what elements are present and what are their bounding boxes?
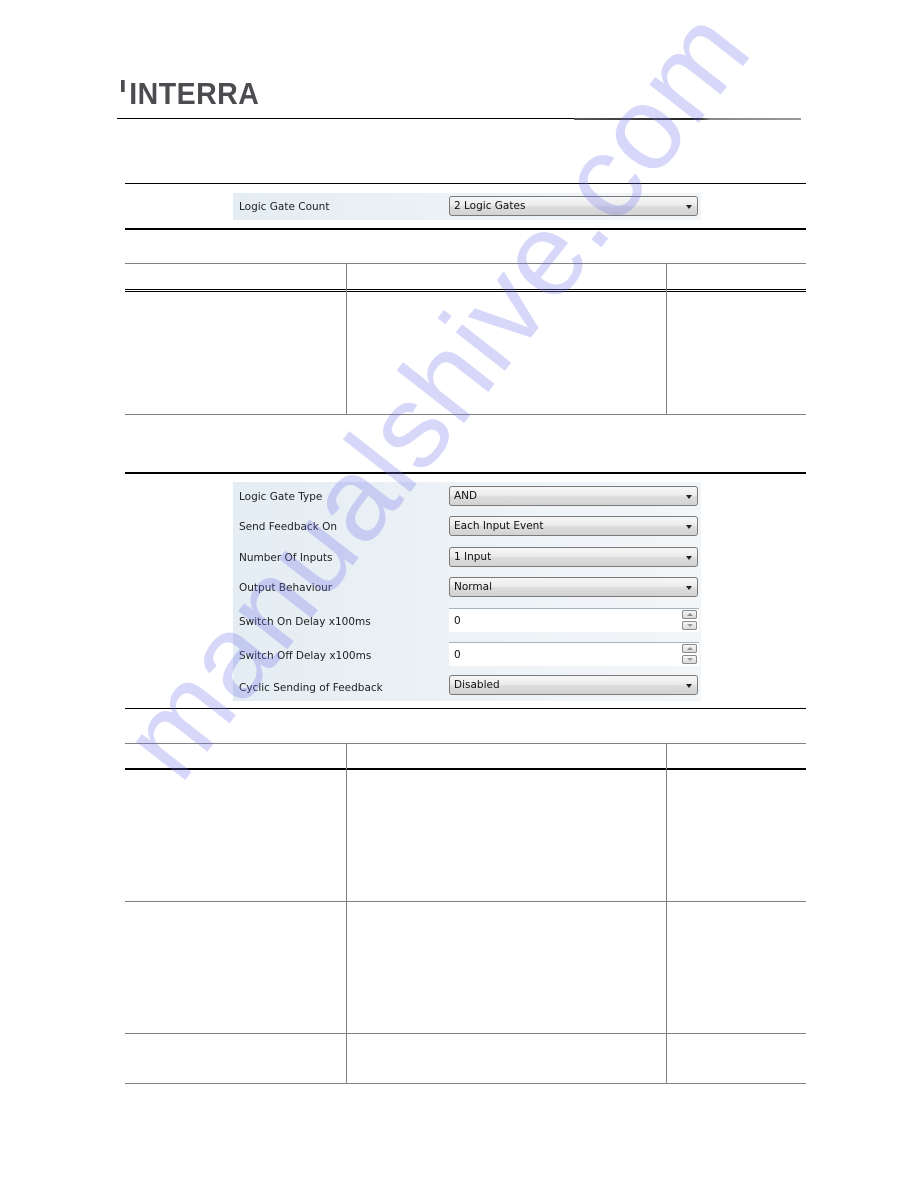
parameter-table-1: [125, 263, 806, 415]
dropdown-value: 1 Input: [454, 551, 492, 563]
settings-panel-logic-gate: Logic Gate Type AND Send Feedback On Eac…: [233, 482, 701, 701]
cyclic-sending-dropdown[interactable]: Disabled: [449, 675, 698, 695]
dropdown-value: Each Input Event: [454, 520, 544, 532]
chevron-down-icon: [686, 525, 692, 529]
figure-top-rule: [125, 472, 806, 474]
table-bottom-rule: [125, 1083, 806, 1084]
header-divider-accent: [574, 118, 801, 120]
setting-row-cyclic-sending: Cyclic Sending of Feedback Disabled: [233, 672, 701, 702]
switch-off-delay-input[interactable]: 0: [449, 642, 699, 666]
dropdown-value: 2 Logic Gates: [454, 200, 526, 212]
setting-row-logic-gate-count: Logic Gate Count 2 Logic Gates: [233, 193, 701, 220]
arrow-down-icon: [687, 658, 693, 661]
setting-label: Logic Gate Type: [239, 491, 323, 503]
dropdown-value: Disabled: [454, 679, 500, 691]
table-row: [125, 292, 806, 414]
company-logo: INTERRA: [121, 78, 259, 109]
table-header-row: [125, 263, 806, 289]
setting-label: Send Feedback On: [239, 521, 338, 533]
table-header-rule: [125, 289, 806, 290]
increment-button[interactable]: [682, 644, 697, 653]
setting-label: Number Of Inputs: [239, 552, 333, 564]
setting-row-switch-on-delay: Switch On Delay x100ms 0: [233, 605, 701, 639]
setting-row-switch-off-delay: Switch Off Delay x100ms 0: [233, 639, 701, 673]
switch-on-delay-input[interactable]: 0: [449, 608, 699, 632]
figure-bottom-rule: [125, 228, 806, 230]
table-row: [125, 902, 806, 1033]
logo-tick-mark: [121, 80, 125, 92]
setting-label: Output Behaviour: [239, 582, 333, 594]
chevron-down-icon: [686, 684, 692, 688]
chevron-down-icon: [686, 556, 692, 560]
arrow-up-icon: [687, 647, 693, 650]
chevron-down-icon: [686, 205, 692, 209]
number-of-inputs-dropdown[interactable]: 1 Input: [449, 547, 698, 567]
setting-label: Switch On Delay x100ms: [239, 616, 371, 628]
setting-row-send-feedback-on: Send Feedback On Each Input Event: [233, 512, 701, 542]
increment-button[interactable]: [682, 610, 697, 619]
send-feedback-on-dropdown[interactable]: Each Input Event: [449, 516, 698, 536]
setting-row-number-of-inputs: Number Of Inputs 1 Input: [233, 543, 701, 573]
input-value: 0: [454, 615, 461, 627]
setting-label: Logic Gate Count: [239, 201, 330, 213]
setting-label: Cyclic Sending of Feedback: [239, 682, 383, 694]
setting-row-logic-gate-type: Logic Gate Type AND: [233, 482, 701, 512]
output-behaviour-dropdown[interactable]: Normal: [449, 577, 698, 597]
arrow-up-icon: [687, 613, 693, 616]
figure-top-rule: [125, 183, 806, 184]
chevron-down-icon: [686, 495, 692, 499]
logo-text: INTERRA: [129, 76, 260, 111]
logic-gate-count-dropdown[interactable]: 2 Logic Gates: [449, 196, 698, 216]
settings-panel-gate-count: Logic Gate Count 2 Logic Gates: [233, 193, 701, 220]
chevron-down-icon: [686, 586, 692, 590]
table-row: [125, 1034, 806, 1083]
dropdown-value: Normal: [454, 581, 492, 593]
logic-gate-type-dropdown[interactable]: AND: [449, 486, 698, 506]
decrement-button[interactable]: [682, 621, 697, 630]
dropdown-value: AND: [454, 490, 478, 502]
table-bottom-rule: [125, 414, 806, 415]
setting-label: Switch Off Delay x100ms: [239, 650, 372, 662]
arrow-down-icon: [687, 624, 693, 627]
table-header-row: [125, 743, 806, 768]
table-row: [125, 770, 806, 901]
setting-row-output-behaviour: Output Behaviour Normal: [233, 573, 701, 603]
parameter-table-2: [125, 743, 806, 1084]
decrement-button[interactable]: [682, 655, 697, 664]
input-value: 0: [454, 649, 461, 661]
figure-bottom-rule: [125, 708, 806, 709]
